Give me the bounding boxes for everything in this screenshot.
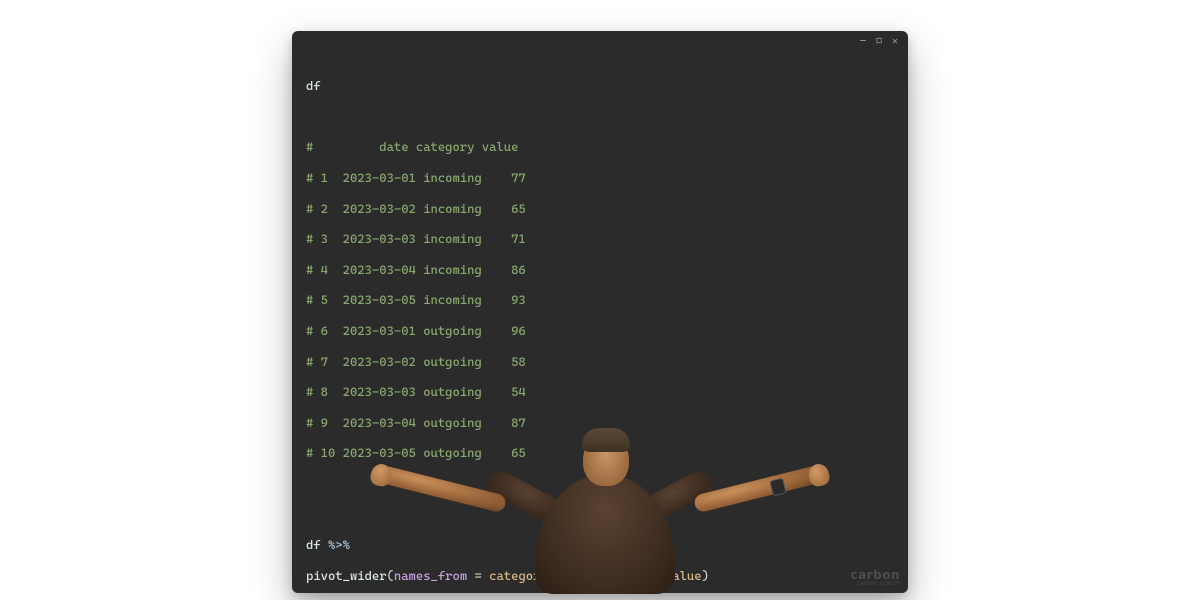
code-fn-pivotwider: pivot_wider (306, 568, 387, 583)
close-icon[interactable]: ✕ (890, 37, 900, 47)
table1-row: # 10 2023-03-05 outgoing 65 (306, 445, 894, 460)
table1-row: # 1 2023-03-01 incoming 77 (306, 170, 894, 185)
terminal-content: df # date category value # 1 2023-03-01 … (306, 63, 894, 593)
window-controls: — □ ✕ (858, 37, 900, 47)
table1-row: # 2 2023-03-02 incoming 65 (306, 201, 894, 216)
pipe-operator: %>% (328, 537, 350, 552)
arg-val-value: value (665, 568, 702, 583)
minimize-icon[interactable]: — (858, 37, 868, 47)
arg-values-from: values_from (562, 568, 643, 583)
code-cmd-df: df (306, 78, 321, 93)
code-cmd-df2: df (306, 537, 328, 552)
code-window: — □ ✕ df # date category value # 1 2023-… (292, 31, 908, 593)
table1-row: # 3 2023-03-03 incoming 71 (306, 231, 894, 246)
watermark-subtitle: carbon.now.sh (850, 581, 900, 587)
table1-row: # 5 2023-03-05 incoming 93 (306, 292, 894, 307)
table1-row: # 9 2023-03-04 outgoing 87 (306, 415, 894, 430)
stage: — □ ✕ df # date category value # 1 2023-… (0, 0, 1200, 600)
table1-row: # 8 2023-03-03 outgoing 54 (306, 384, 894, 399)
table1-row: # 6 2023-03-01 outgoing 96 (306, 323, 894, 338)
table1-header: # date category value (306, 139, 894, 154)
maximize-icon[interactable]: □ (874, 37, 884, 47)
carbon-watermark: carbon carbon.now.sh (850, 569, 900, 587)
arg-val-category: category (489, 568, 548, 583)
table1-row: # 7 2023-03-02 outgoing 58 (306, 354, 894, 369)
arg-names-from: names_from (394, 568, 467, 583)
table1-row: # 4 2023-03-04 incoming 86 (306, 262, 894, 277)
